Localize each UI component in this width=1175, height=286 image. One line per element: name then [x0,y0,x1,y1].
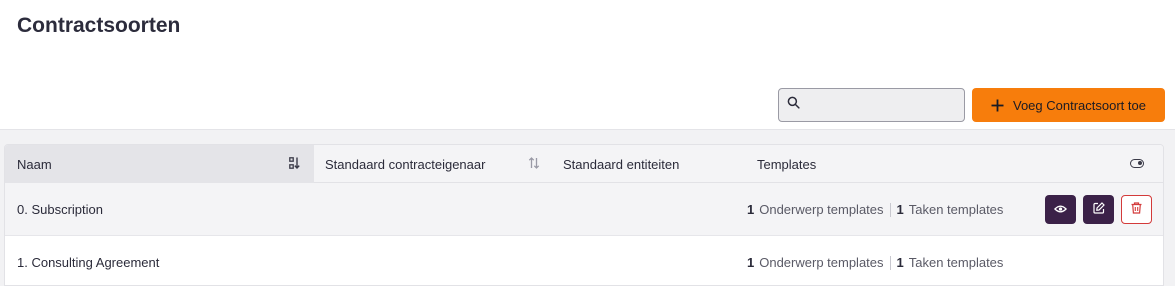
column-header-entities: Standaard entiteiten [563,145,679,183]
sort-icon[interactable] [528,157,540,172]
sort-active-icon[interactable] [289,157,300,172]
table-row[interactable]: 0. Subscription 1 Onderwerp templates 1 … [5,183,1163,236]
search-input[interactable] [806,97,956,113]
page-title: Contractsoorten [17,14,181,37]
search-box[interactable] [778,88,965,122]
search-icon [787,96,800,114]
column-header-name-label: Naam [17,156,52,172]
separator [889,255,891,270]
column-header-owner[interactable]: Standaard contracteigenaar [325,145,485,183]
table-row[interactable]: 1. Consulting Agreement 1 Onderwerp temp… [5,236,1163,285]
plus-icon [991,94,1004,116]
subject-templates-label: Onderwerp templates [759,255,884,270]
row-name: 0. Subscription [17,202,103,217]
table-header: Naam Standaard contracteigenaar Standaar… [5,145,1163,183]
templates-summary: 1 Onderwerp templates 1 Taken templates [747,202,1003,217]
templates-summary: 1 Onderwerp templates 1 Taken templates [747,255,1003,270]
column-header-entities-label: Standaard entiteiten [563,156,680,172]
add-contract-type-label: Voeg Contractsoort toe [1013,97,1146,113]
eye-icon [1054,202,1067,217]
trash-icon [1131,202,1142,217]
task-templates-count: 1 [896,202,904,217]
separator [889,202,891,217]
row-name: 1. Consulting Agreement [17,255,160,270]
column-header-templates-label: Templates [757,156,817,172]
subject-templates-count: 1 [747,202,755,217]
column-header-name[interactable]: Naam [5,145,314,183]
top-bar: Contractsoorten Voeg Contractsoort toe [0,0,1175,130]
task-templates-label: Taken templates [908,255,1004,270]
subject-templates-count: 1 [747,255,755,270]
task-templates-label: Taken templates [908,202,1004,217]
column-header-owner-label: Standaard contracteigenaar [325,156,486,172]
edit-button[interactable] [1083,195,1114,224]
edit-icon [1092,202,1105,217]
view-button[interactable] [1045,195,1076,224]
column-toggle-icon[interactable] [1130,159,1144,168]
add-contract-type-button[interactable]: Voeg Contractsoort toe [972,88,1165,122]
contract-types-table: Naam Standaard contracteigenaar Standaar… [4,144,1164,286]
column-header-templates: Templates [757,145,816,183]
delete-button[interactable] [1121,195,1152,224]
task-templates-count: 1 [896,255,904,270]
subject-templates-label: Onderwerp templates [759,202,884,217]
